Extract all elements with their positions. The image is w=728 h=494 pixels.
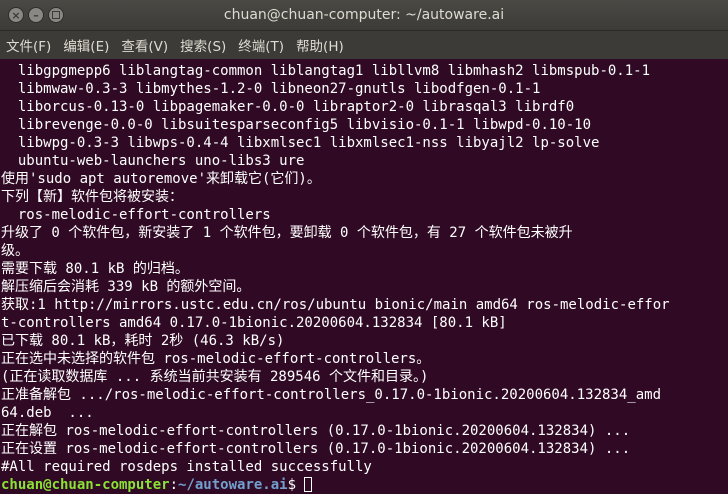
menu-terminal[interactable]: 终端(T) xyxy=(238,35,284,55)
terminal-window: chuan@chuan-computer: ~/autoware.ai 文件(F… xyxy=(0,0,728,494)
output-line: 正在设置 ros-melodic-effort-controllers (0.1… xyxy=(1,441,631,457)
output-line: (正在读取数据库 ... 系统当前共安装有 289546 个文件和目录。) xyxy=(1,369,429,385)
output-line: libgpgmepp6 liblangtag-common liblangtag… xyxy=(1,63,651,79)
prompt-line[interactable]: chuan@chuan-computer:~/autoware.ai$ xyxy=(1,476,728,494)
text-cursor xyxy=(304,477,313,492)
output-line: liborcus-0.13-0 libpagemaker-0.0-0 libra… xyxy=(1,99,575,115)
output-line: libwpg-0.3-3 libwps-0.4-4 libxmlsec1 lib… xyxy=(1,135,600,151)
output-line: 需要下载 80.1 kB 的归档。 xyxy=(1,261,189,277)
menu-search[interactable]: 搜索(S) xyxy=(180,35,226,55)
output-line: 64.deb ... xyxy=(1,405,94,421)
menu-view[interactable]: 查看(V) xyxy=(121,35,168,55)
output-line: 已下载 80.1 kB，耗时 2秒 (46.3 kB/s) xyxy=(1,333,285,349)
output-line: t-controllers amd64 0.17.0-1bionic.20200… xyxy=(1,315,507,331)
prompt-separator: : xyxy=(169,477,179,493)
title-bar[interactable]: chuan@chuan-computer: ~/autoware.ai xyxy=(0,0,728,31)
output-line: 级。 xyxy=(1,243,29,259)
output-line: 下列【新】软件包将被安装： xyxy=(1,189,183,205)
output-line: 升级了 0 个软件包，新安装了 1 个软件包，要卸载 0 个软件包，有 27 个… xyxy=(1,225,573,241)
output-line: libmwaw-0.3-3 libmythes-1.2-0 libneon27-… xyxy=(1,81,541,97)
terminal-output[interactable]: libgpgmepp6 liblangtag-common liblangtag… xyxy=(0,59,728,494)
menu-edit[interactable]: 编辑(E) xyxy=(63,35,109,55)
menu-bar: 文件(F) 编辑(E) 查看(V) 搜索(S) 终端(T) 帮助(H) xyxy=(0,31,728,59)
window-title: chuan@chuan-computer: ~/autoware.ai xyxy=(223,7,505,23)
output-line: #All required rosdeps installed successf… xyxy=(1,459,372,475)
output-line: 正准备解包 .../ros-melodic-effort-controllers… xyxy=(1,387,662,403)
output-line: 获取:1 http://mirrors.ustc.edu.cn/ros/ubun… xyxy=(1,297,670,313)
output-line: 使用'sudo apt autoremove'来卸载它(它们)。 xyxy=(1,171,321,187)
output-line: 正在解包 ros-melodic-effort-controllers (0.1… xyxy=(1,423,631,439)
output-line: ubuntu-web-launchers uno-libs3 ure xyxy=(1,153,305,169)
prompt-path: ~/autoware.ai xyxy=(178,477,288,493)
prompt-user-host: chuan@chuan-computer xyxy=(1,477,170,493)
output-line: ros-melodic-effort-controllers xyxy=(1,207,271,223)
output-line: 正在选中未选择的软件包 ros-melodic-effort-controlle… xyxy=(1,351,431,367)
prompt-symbol: $ xyxy=(287,477,305,493)
output-line: librevenge-0.0-0 libsuitesparseconfig5 l… xyxy=(1,117,592,133)
scrollbar[interactable] xyxy=(722,59,728,494)
menu-file[interactable]: 文件(F) xyxy=(6,35,51,55)
menu-help[interactable]: 帮助(H) xyxy=(296,35,344,55)
output-line: 解压缩后会消耗 339 kB 的额外空间。 xyxy=(1,279,251,295)
